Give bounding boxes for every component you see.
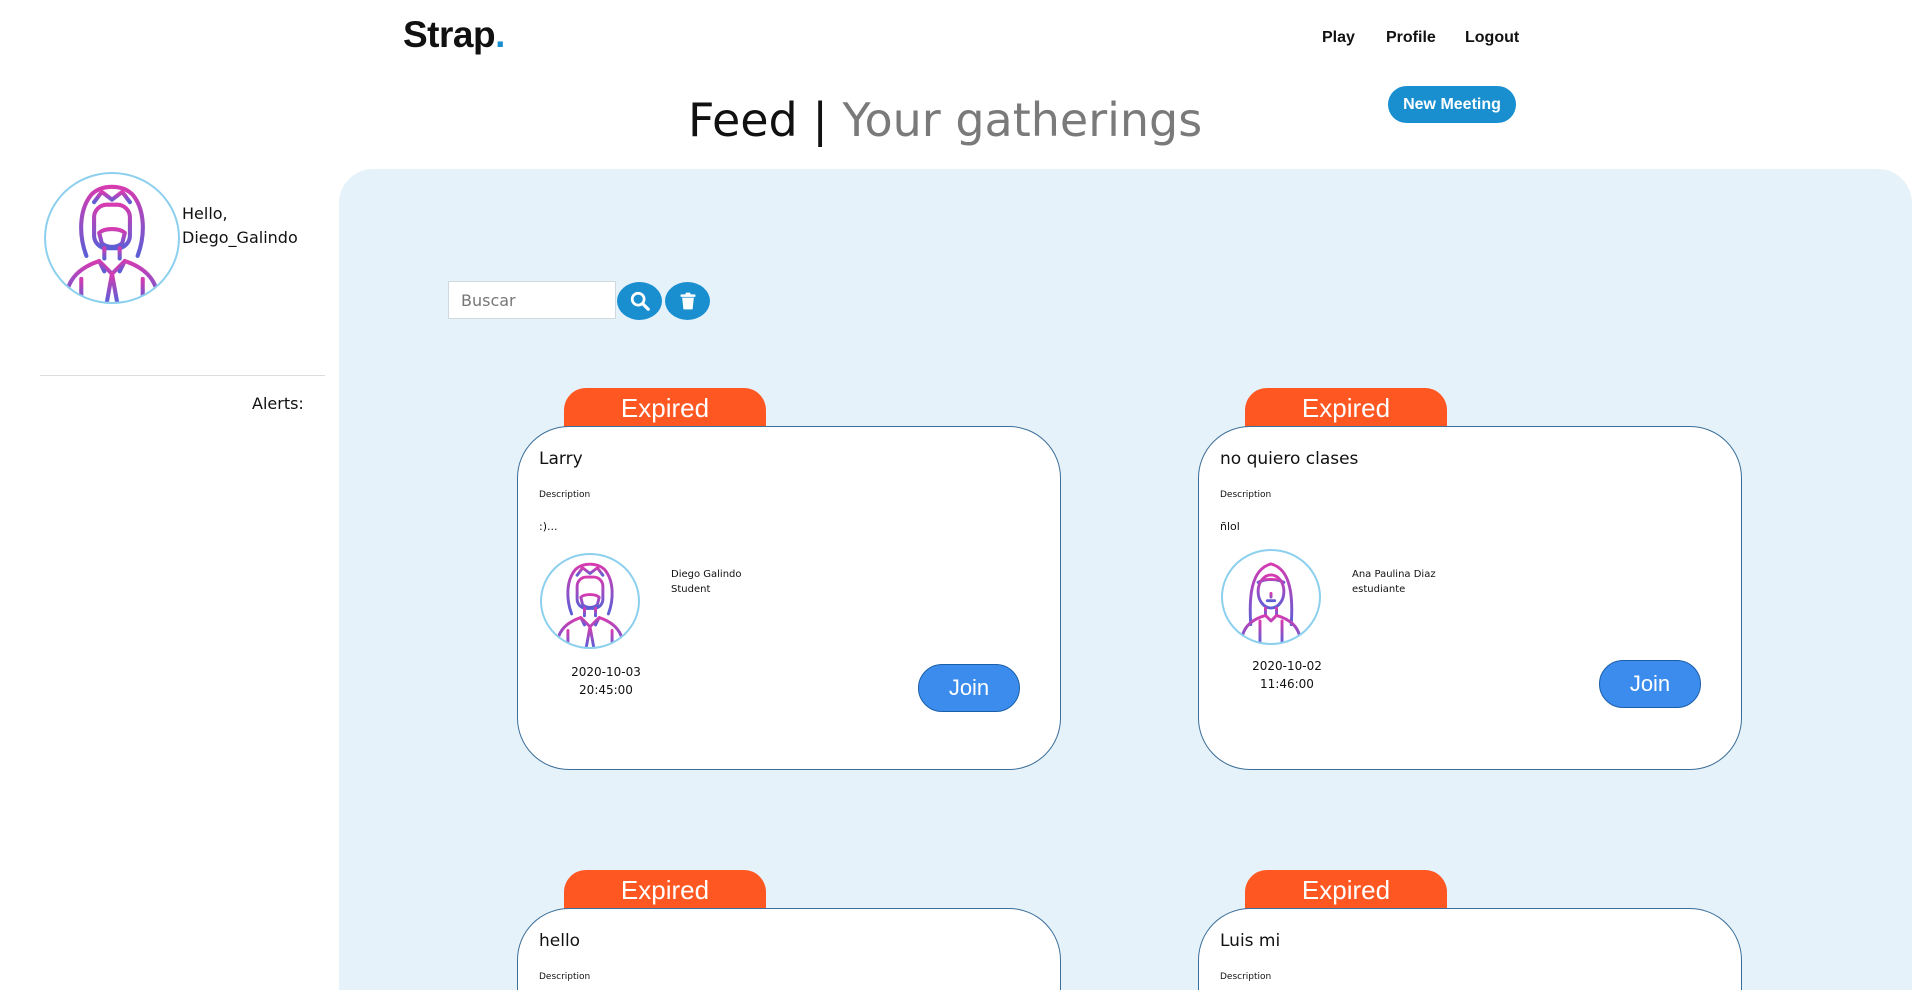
meeting-title: Luis mi	[1220, 931, 1281, 951]
expired-badge: Expired	[564, 388, 766, 428]
expired-badge: Expired	[1245, 388, 1447, 428]
meeting-date: 2020-10-02	[1252, 659, 1322, 673]
meeting-title: no quiero clases	[1220, 449, 1359, 469]
search-input[interactable]	[448, 281, 616, 319]
description-label: Description	[539, 490, 591, 500]
page-title: Feed | Your gatherings	[688, 92, 1202, 148]
owner-info: Diego Galindo Student	[671, 567, 742, 597]
meeting-time: 11:46:00	[1260, 677, 1314, 691]
description-text: ñlol	[1220, 520, 1240, 533]
logo-text: Strap	[403, 14, 496, 55]
meeting-title: Larry	[539, 449, 583, 469]
description-label: Description	[539, 972, 591, 982]
page-title-main: Feed |	[688, 93, 828, 147]
search-icon	[630, 291, 650, 311]
meeting-card-body: Larry Description :)... Diego Galindo St…	[517, 426, 1061, 770]
logo-dot: .	[495, 14, 505, 55]
clear-search-button[interactable]	[665, 282, 710, 320]
page-title-sub: Your gatherings	[842, 93, 1203, 147]
meeting-time: 20:45:00	[579, 683, 633, 697]
user-avatar[interactable]	[44, 172, 180, 304]
new-meeting-button[interactable]: New Meeting	[1388, 86, 1516, 123]
owner-avatar	[540, 553, 640, 649]
male-avatar-icon	[46, 174, 178, 302]
expired-badge: Expired	[1245, 870, 1447, 910]
meeting-card-body: no quiero clases Description ñlol Ana Pa…	[1198, 426, 1742, 770]
owner-info: Ana Paulina Diaz estudiante	[1352, 567, 1436, 597]
greeting-hello: Hello,	[182, 204, 228, 223]
owner-role: Student	[671, 584, 711, 595]
meeting-datetime: 2020-10-02 11:46:00	[1239, 657, 1335, 693]
nav-logout-link[interactable]: Logout	[1465, 29, 1519, 47]
meeting-date: 2020-10-03	[571, 665, 641, 679]
user-greeting: Hello, Diego_Galindo	[182, 202, 298, 250]
join-button[interactable]: Join	[918, 664, 1020, 712]
meeting-title: hello	[539, 931, 581, 951]
female-avatar-icon	[1223, 551, 1319, 643]
description-text: :)...	[539, 520, 558, 533]
description-label: Description	[1220, 972, 1272, 982]
greeting-username: Diego_Galindo	[182, 228, 298, 247]
male-avatar-icon	[542, 555, 638, 647]
owner-name: Ana Paulina Diaz	[1352, 569, 1436, 580]
search-button[interactable]	[617, 282, 662, 320]
description-label: Description	[1220, 490, 1272, 500]
meeting-card-body: hello Description	[517, 908, 1061, 990]
owner-name: Diego Galindo	[671, 569, 742, 580]
nav-play-link[interactable]: Play	[1322, 29, 1355, 47]
owner-avatar	[1221, 549, 1321, 645]
alerts-label: Alerts:	[252, 394, 304, 413]
trash-icon	[680, 292, 695, 310]
nav-profile-link[interactable]: Profile	[1386, 29, 1436, 47]
expired-badge: Expired	[564, 870, 766, 910]
owner-role: estudiante	[1352, 584, 1406, 595]
sidebar-divider	[40, 375, 325, 376]
meeting-card-body: Luis mi Description	[1198, 908, 1742, 990]
meeting-datetime: 2020-10-03 20:45:00	[558, 663, 654, 699]
logo[interactable]: Strap.	[403, 14, 505, 56]
join-button[interactable]: Join	[1599, 660, 1701, 708]
